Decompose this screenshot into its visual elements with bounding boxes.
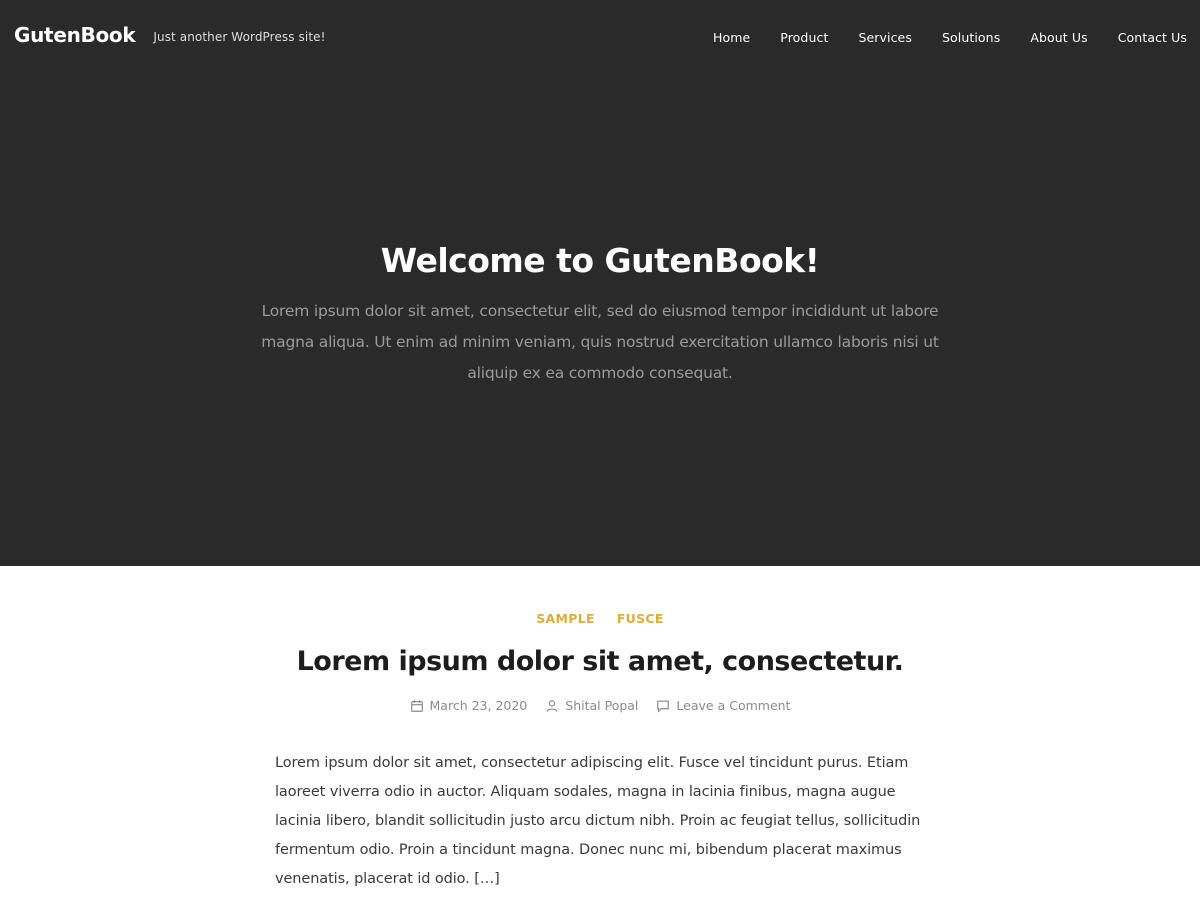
main-navigation: Home Product Services Solutions About Us… [713, 30, 1187, 45]
site-title-link[interactable]: GutenBook [14, 23, 136, 47]
user-icon [545, 699, 559, 713]
post-categories: SAMPLE FUSCE [0, 611, 1200, 626]
post-date: March 23, 2020 [429, 698, 528, 713]
post-title-link[interactable]: Lorem ipsum dolor sit amet, consectetur. [0, 642, 1200, 682]
nav-item-solutions[interactable]: Solutions [942, 30, 1000, 45]
category-link-fusce[interactable]: FUSCE [617, 611, 664, 626]
post-comments: Leave a Comment [676, 698, 791, 713]
nav-item-home[interactable]: Home [713, 30, 750, 45]
post-excerpt: Lorem ipsum dolor sit amet, consectetur … [275, 755, 921, 887]
comment-icon [656, 699, 670, 713]
site-tagline: Just another WordPress site! [153, 30, 326, 44]
category-link-sample[interactable]: SAMPLE [536, 611, 595, 626]
post-meta: March 23, 2020 Shital Popal Leave a Comm… [0, 698, 1200, 713]
post-author-link[interactable]: Shital Popal [545, 698, 638, 713]
hero-description: Lorem ipsum dolor sit amet, consectetur … [261, 302, 939, 382]
nav-item-product[interactable]: Product [780, 30, 828, 45]
site-header: GutenBook Just another WordPress site! H… [0, 0, 1200, 74]
branding: GutenBook Just another WordPress site! [14, 23, 326, 47]
hero-title: Welcome to GutenBook! [380, 241, 820, 280]
nav-item-contact-us[interactable]: Contact Us [1118, 30, 1187, 45]
post-article: SAMPLE FUSCE Lorem ipsum dolor sit amet,… [0, 566, 1200, 894]
nav-item-services[interactable]: Services [858, 30, 912, 45]
calendar-icon [410, 699, 424, 713]
post-date-link[interactable]: March 23, 2020 [410, 698, 528, 713]
post-author: Shital Popal [565, 698, 639, 713]
post-comments-link[interactable]: Leave a Comment [656, 698, 790, 713]
hero-content: Welcome to GutenBook! Lorem ipsum dolor … [0, 238, 1200, 389]
nav-item-about-us[interactable]: About Us [1030, 30, 1087, 45]
hero-section: GutenBook Just another WordPress site! H… [0, 0, 1200, 566]
